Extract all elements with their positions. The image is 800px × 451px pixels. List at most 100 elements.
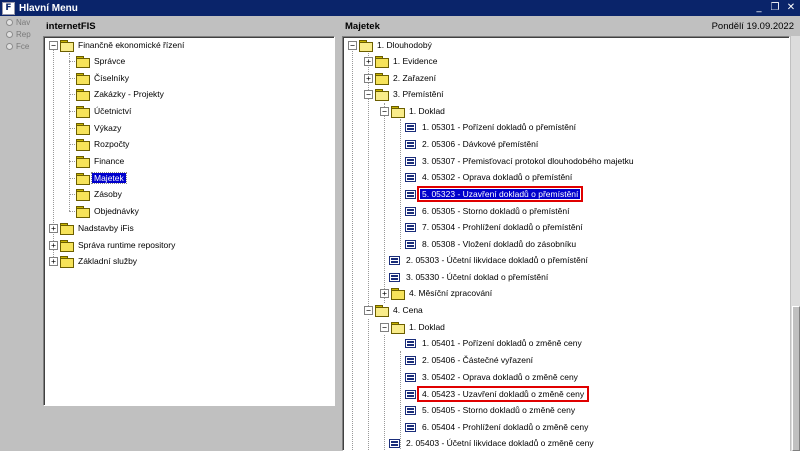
restore-button[interactable]: ❐ <box>768 1 782 14</box>
tree-item-finance[interactable]: Finance <box>76 153 126 169</box>
tree-item-ciselniky[interactable]: Číselníky <box>76 70 131 86</box>
form-icon <box>405 206 416 216</box>
form-icon <box>405 172 416 182</box>
mode-fce-radio[interactable]: Fce <box>0 41 40 52</box>
tree-item-objednavky[interactable]: Objednávky <box>76 203 141 219</box>
tree-item-dlouhodoby[interactable]: 1. Dlouhodobý <box>359 37 434 53</box>
expand-toggle-icon[interactable]: + <box>49 241 58 250</box>
tree-item-zarazeni[interactable]: 2. Zařazení <box>375 70 438 86</box>
mode-rep-label: Rep <box>16 30 31 39</box>
minimize-button[interactable]: _ <box>752 1 766 14</box>
folder-icon <box>76 173 90 185</box>
tree-item-rozpocty[interactable]: Rozpočty <box>76 136 131 152</box>
tree-item-mesicni-zpracovani[interactable]: 4. Měsíční zpracování <box>391 285 494 301</box>
tree-item-evidence[interactable]: 1. Evidence <box>375 53 439 69</box>
tree-item-zakazky[interactable]: Zakázky - Projekty <box>76 86 166 102</box>
app-icon: F <box>2 1 15 15</box>
tree-item-label: 1. Evidence <box>393 56 438 66</box>
tree-item-label: Majetek <box>91 172 127 184</box>
tree-item-label: 1. 05401 - Pořízení dokladů o změně ceny <box>422 338 582 348</box>
window-controls: _ ❐ ✕ <box>752 1 798 14</box>
right-pane-scrollbar[interactable] <box>790 36 800 451</box>
mode-rep-radio[interactable]: Rep <box>0 29 40 40</box>
collapse-toggle-icon[interactable]: − <box>364 306 373 315</box>
tree-item-label: Správce <box>94 56 126 66</box>
tree-item-05323[interactable]: 5. 05323 - Uzavření dokladů o přemístění <box>405 186 584 202</box>
tree-item-label: Správa runtime repository <box>78 240 176 250</box>
expand-toggle-icon[interactable]: + <box>380 289 389 298</box>
tree-item-05302[interactable]: 4. 05302 - Oprava dokladů o přemístění <box>405 169 574 185</box>
tree-item-05305[interactable]: 6. 05305 - Storno dokladů o přemístění <box>405 203 571 219</box>
tree-item-label: 4. Měsíční zpracování <box>409 288 493 298</box>
form-icon <box>405 338 416 348</box>
form-icon <box>405 139 416 149</box>
tree-item-spravce[interactable]: Správce <box>76 53 127 69</box>
tree-item-ucetnictvi[interactable]: Účetnictví <box>76 103 133 119</box>
tree-item-05301[interactable]: 1. 05301 - Pořízení dokladů o přemístění <box>405 119 578 135</box>
form-icon <box>405 122 416 132</box>
scrollbar-thumb[interactable] <box>792 306 800 451</box>
tree-item-financni-rizeni[interactable]: Finančně ekonomické řízení <box>60 37 186 53</box>
tree-item-05423[interactable]: 4. 05423 - Uzavření dokladů o změně ceny <box>405 386 590 402</box>
folder-icon <box>391 288 405 300</box>
folder-icon <box>76 189 90 201</box>
radio-icon <box>6 43 13 50</box>
tree-item-nadstavby[interactable]: Nadstavby iFis <box>60 220 136 236</box>
tree-item-sprava-runtime[interactable]: Správa runtime repository <box>60 237 177 253</box>
tree-item-05306[interactable]: 2. 05306 - Dávkové přemístění <box>405 136 540 152</box>
folder-open-icon <box>391 322 405 334</box>
form-icon <box>405 239 416 249</box>
tree-item-05303[interactable]: 2. 05303 - Účetní likvidace dokladů o př… <box>389 252 590 268</box>
form-icon <box>389 255 400 265</box>
tree-item-05401[interactable]: 1. 05401 - Pořízení dokladů o změně ceny <box>405 335 584 351</box>
tree-item-05330[interactable]: 3. 05330 - Účetní doklad o přemístění <box>389 269 550 285</box>
tree-item-05402[interactable]: 3. 05402 - Oprava dokladů o změně ceny <box>405 369 580 385</box>
tree-item-cena[interactable]: 4. Cena <box>375 302 425 318</box>
tree-item-zasoby[interactable]: Zásoby <box>76 186 124 202</box>
form-icon <box>405 405 416 415</box>
tree-item-label: 4. Cena <box>393 305 423 315</box>
form-icon <box>405 422 416 432</box>
form-icon <box>405 189 416 199</box>
tree-item-vykazy[interactable]: Výkazy <box>76 120 123 136</box>
tree-item-label: 5. 05323 - Uzavření dokladů o přemístění <box>416 186 584 202</box>
collapse-toggle-icon[interactable]: − <box>348 41 357 50</box>
tree-item-05404[interactable]: 6. 05404 - Prohlížení dokladů o změně ce… <box>405 419 590 435</box>
tree-item-label: Zakázky - Projekty <box>94 89 164 99</box>
tree-item-label: Účetnictví <box>94 106 132 116</box>
collapse-toggle-icon[interactable]: − <box>380 107 389 116</box>
tree-item-label: 5. 05405 - Storno dokladů o změně ceny <box>422 405 576 415</box>
form-icon <box>405 222 416 232</box>
left-tree-pane: − Finančně ekonomické řízení Správce Čís… <box>43 36 335 406</box>
tree-item-05405[interactable]: 5. 05405 - Storno dokladů o změně ceny <box>405 402 577 418</box>
tree-item-zakladni-sluzby[interactable]: Základní služby <box>60 253 139 269</box>
expand-toggle-icon[interactable]: + <box>49 224 58 233</box>
tree-item-label: 1. 05301 - Pořízení dokladů o přemístění <box>422 122 577 132</box>
tree-item-label: Zásoby <box>94 189 122 199</box>
expand-toggle-icon[interactable]: + <box>364 57 373 66</box>
tree-item-doklad-cena[interactable]: 1. Doklad <box>391 319 447 335</box>
mode-nav-radio[interactable]: Nav <box>0 17 40 28</box>
tree-item-05304[interactable]: 7. 05304 - Prohlížení dokladů o přemístě… <box>405 219 585 235</box>
tree-item-majetek[interactable]: Majetek <box>76 170 127 186</box>
collapse-toggle-icon[interactable]: − <box>364 90 373 99</box>
folder-icon <box>76 123 90 135</box>
tree-item-05406[interactable]: 2. 05406 - Částečné vyřazení <box>405 352 535 368</box>
folder-open-icon <box>391 106 405 118</box>
tree-item-05308[interactable]: 8. 05308 - Vložení dokladů do zásobníku <box>405 236 578 252</box>
tree-item-label: Rozpočty <box>94 139 130 149</box>
right-tree-pane: − 1. Dlouhodobý + 1. Evidence + 2. Zařaz… <box>342 36 790 451</box>
close-button[interactable]: ✕ <box>784 1 798 14</box>
folder-icon <box>60 256 74 268</box>
tree-item-premisteni[interactable]: 3. Přemístění <box>375 86 446 102</box>
collapse-toggle-icon[interactable]: − <box>49 41 58 50</box>
title-bar: F Hlavní Menu _ ❐ ✕ <box>0 0 800 16</box>
expand-toggle-icon[interactable]: + <box>49 257 58 266</box>
collapse-toggle-icon[interactable]: − <box>380 323 389 332</box>
tree-item-05307[interactable]: 3. 05307 - Přemisťovací protokol dlouhod… <box>405 153 636 169</box>
expand-toggle-icon[interactable]: + <box>364 74 373 83</box>
tree-item-05403[interactable]: 2. 05403 - Účetní likvidace dokladů o zm… <box>389 435 596 450</box>
folder-icon <box>76 73 90 85</box>
folder-icon <box>76 106 90 118</box>
tree-item-doklad[interactable]: 1. Doklad <box>391 103 447 119</box>
